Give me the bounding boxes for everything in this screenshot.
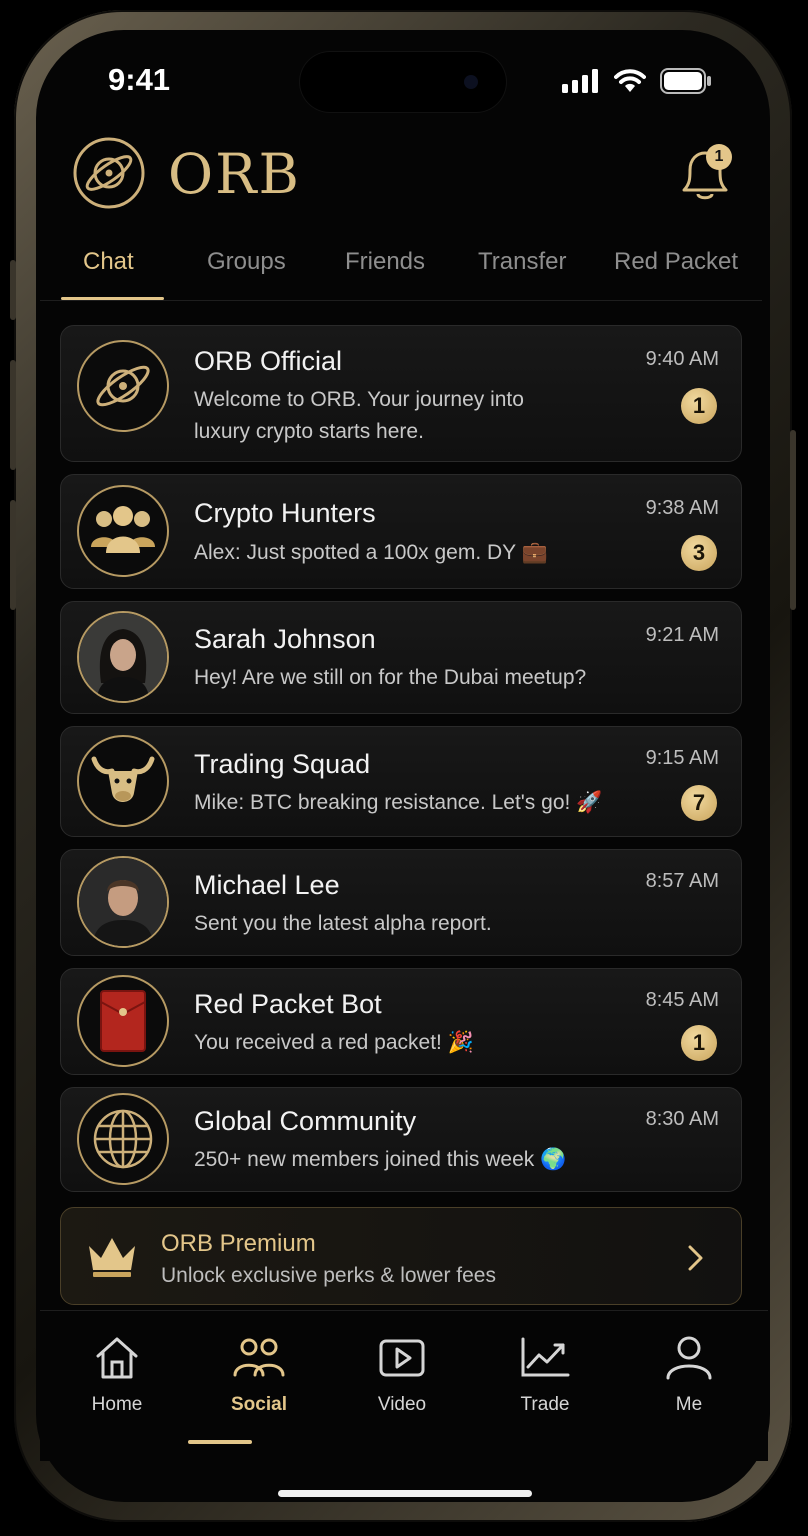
unread-badge: 3 (681, 535, 717, 571)
avatar (77, 975, 169, 1067)
chat-item[interactable]: Crypto Hunters Alex: Just spotted a 100x… (60, 474, 742, 589)
home-indicator[interactable] (278, 1490, 532, 1497)
bottom-nav: Home Social Video Trade Me (40, 1310, 768, 1461)
user-photo-female (79, 613, 167, 701)
chat-preview: Mike: BTC breaking resistance. Let's go!… (194, 791, 603, 814)
chat-preview: Hey! Are we still on for the Dubai meetu… (194, 666, 587, 689)
chat-preview: 250+ new members joined this week 🌍 (194, 1148, 567, 1171)
signal-icon (562, 69, 598, 93)
active-nav-indicator (188, 1440, 252, 1444)
notification-badge: 1 (706, 144, 732, 170)
chat-name: Michael Lee (194, 870, 340, 900)
tab-red-packet[interactable]: Red Packet (614, 248, 738, 276)
premium-banner[interactable]: ORB Premium Unlock exclusive perks & low… (60, 1207, 742, 1305)
dynamic-island (300, 52, 506, 112)
chat-item[interactable]: ORB Official Welcome to ORB. Your journe… (60, 325, 742, 462)
chat-name: Red Packet Bot (194, 989, 382, 1019)
nav-me-label: Me (675, 1394, 703, 1415)
premium-title: ORB Premium (161, 1230, 316, 1257)
person-icon (666, 1336, 712, 1380)
chat-time: 8:30 AM (645, 1108, 719, 1130)
chat-time: 8:57 AM (645, 870, 719, 892)
active-tab-indicator (61, 297, 164, 300)
chat-time: 9:38 AM (645, 497, 719, 519)
planet-logo-icon (96, 365, 150, 407)
chat-item[interactable]: Sarah Johnson Hey! Are we still on for t… (60, 601, 742, 714)
side-button (790, 430, 796, 610)
chat-item[interactable]: Michael Lee Sent you the latest alpha re… (60, 849, 742, 956)
chat-name: Global Community (194, 1106, 417, 1136)
tab-friends[interactable]: Friends (345, 248, 425, 276)
tab-transfer[interactable]: Transfer (478, 248, 566, 276)
nav-me[interactable]: Me (634, 1335, 744, 1416)
chat-preview: Sent you the latest alpha report. (194, 912, 492, 935)
red-envelope-icon (100, 990, 146, 1052)
chat-item[interactable]: Global Community 250+ new members joined… (60, 1087, 742, 1192)
brand-name: ORB (168, 142, 301, 206)
side-button (10, 360, 16, 470)
user-photo-male (79, 858, 167, 946)
status-icons (562, 68, 712, 94)
tab-bar: Chat Groups Friends Transfer Red Packet (40, 240, 762, 301)
chart-icon (521, 1337, 570, 1377)
chat-name: ORB Official (194, 346, 343, 376)
chat-time: 9:15 AM (645, 747, 719, 769)
premium-subtitle: Unlock exclusive perks & lower fees (161, 1264, 496, 1287)
crown-icon (89, 1238, 135, 1277)
nav-video[interactable]: Video (347, 1335, 457, 1416)
side-button (10, 260, 16, 320)
avatar (77, 611, 169, 703)
nav-trade[interactable]: Trade (490, 1335, 600, 1416)
group-icon (91, 506, 155, 553)
status-time: 9:41 (108, 62, 171, 97)
chat-name: Trading Squad (194, 749, 371, 779)
nav-home[interactable]: Home (62, 1335, 172, 1416)
nav-social[interactable]: Social (204, 1335, 314, 1416)
avatar (77, 485, 169, 577)
globe-icon (93, 1109, 153, 1169)
unread-badge: 1 (681, 1025, 717, 1061)
avatar (77, 340, 169, 432)
unread-badge: 1 (681, 388, 717, 424)
chat-name: Sarah Johnson (194, 624, 376, 654)
chat-item[interactable]: Trading Squad Mike: BTC breaking resista… (60, 726, 742, 837)
avatar (77, 1093, 169, 1185)
unread-badge: 7 (681, 785, 717, 821)
tab-groups[interactable]: Groups (207, 248, 286, 276)
nav-trade-label: Trade (520, 1394, 570, 1415)
chat-preview: Alex: Just spotted a 100x gem. DY 💼 (194, 541, 548, 564)
bull-icon (91, 756, 155, 802)
wifi-icon (614, 69, 646, 92)
orb-logo-icon (73, 137, 145, 209)
chat-time: 8:45 AM (645, 989, 719, 1011)
avatar (77, 856, 169, 948)
chat-name: Crypto Hunters (194, 498, 376, 528)
chat-preview: You received a red packet! 🎉 (194, 1031, 474, 1054)
tab-chat[interactable]: Chat (83, 248, 134, 276)
nav-social-label: Social (231, 1394, 287, 1415)
chat-preview: Welcome to ORB. Your journey into luxury… (194, 388, 524, 443)
avatar (77, 735, 169, 827)
chat-time: 9:40 AM (645, 348, 719, 370)
people-icon (233, 1338, 285, 1377)
chat-time: 9:21 AM (645, 624, 719, 646)
side-button (10, 500, 16, 610)
play-icon (379, 1339, 425, 1377)
chat-item[interactable]: Red Packet Bot You received a red packet… (60, 968, 742, 1075)
nav-home-label: Home (91, 1394, 143, 1415)
chevron-right-icon (688, 1245, 703, 1271)
notification-button[interactable]: 1 (676, 142, 734, 204)
battery-icon (660, 68, 711, 94)
home-icon (96, 1337, 138, 1379)
nav-video-label: Video (377, 1394, 427, 1415)
